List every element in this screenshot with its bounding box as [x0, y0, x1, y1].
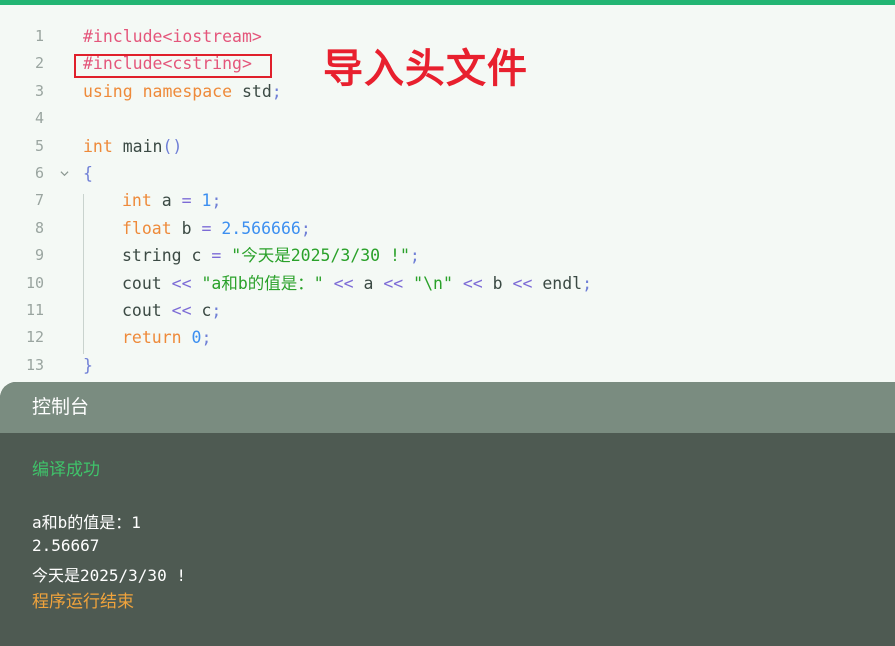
code-text: int a = 1; — [83, 187, 221, 214]
console-title: 控制台 — [0, 382, 895, 433]
code-line[interactable]: 9 string c = "今天是2025/3/30 !"; — [0, 242, 895, 269]
code-line[interactable]: 7 int a = 1; — [0, 187, 895, 214]
line-number: 1 — [34, 27, 44, 45]
code-token: #include<iostream> — [83, 27, 262, 46]
code-token: cout — [122, 273, 172, 293]
code-token: b — [171, 218, 202, 238]
line-number: 12 — [25, 328, 44, 347]
code-token: << — [462, 273, 483, 293]
code-token: 0 — [191, 328, 202, 348]
code-token: } — [83, 355, 93, 375]
code-token: ; — [409, 246, 420, 266]
code-line[interactable]: 13} — [0, 352, 895, 379]
code-token: ; — [271, 81, 282, 101]
code-text: return 0; — [83, 324, 211, 351]
code-token: << — [333, 273, 354, 293]
code-token: 1 — [201, 191, 212, 211]
code-token: = — [211, 246, 222, 266]
code-line[interactable]: 6{ — [0, 160, 895, 187]
compile-status: 编译成功 — [32, 460, 100, 480]
code-token: b — [482, 273, 513, 293]
chevron-down-icon[interactable] — [60, 169, 69, 178]
code-token: { — [83, 164, 93, 183]
line-number: 7 — [34, 191, 44, 210]
code-line[interactable]: 11 cout << c; — [0, 297, 895, 324]
code-token: 2.566666 — [221, 218, 301, 238]
code-line[interactable]: 12 return 0; — [0, 324, 895, 351]
code-text: float b = 2.566666; — [83, 215, 311, 242]
code-text: cout << c; — [83, 297, 221, 324]
line-number: 4 — [34, 109, 44, 128]
code-token: = — [181, 191, 192, 211]
code-token: << — [171, 301, 192, 320]
code-line[interactable]: 4 — [0, 105, 895, 132]
code-token: () — [162, 136, 183, 156]
code-token: int — [122, 191, 152, 211]
code-token: return — [122, 328, 182, 348]
code-token: << — [383, 273, 404, 293]
code-text: } — [83, 352, 93, 379]
line-number: 10 — [25, 273, 44, 292]
code-token: int — [83, 136, 113, 156]
console-panel: 控制台 编译成功 a和b的值是：1 2.56667 今天是2025/3/30 !… — [0, 382, 895, 646]
code-token: a — [151, 191, 182, 211]
code-text: int main() — [83, 133, 182, 160]
code-token: a — [353, 273, 384, 293]
code-text: cout << "a和b的值是：" << a << "\n" << b << e… — [83, 270, 592, 297]
code-token: = — [201, 218, 212, 238]
code-text: string c = "今天是2025/3/30 !"; — [83, 242, 420, 269]
code-line[interactable]: 10 cout << "a和b的值是：" << a << "\n" << b <<… — [0, 270, 895, 297]
line-number: 8 — [34, 218, 44, 237]
code-line[interactable]: 8 float b = 2.566666; — [0, 215, 895, 242]
code-token: ; — [201, 328, 212, 348]
code-token: ; — [211, 301, 222, 320]
line-number: 3 — [34, 81, 44, 100]
highlight-box — [74, 54, 272, 78]
code-token: "a和b的值是：" — [201, 273, 324, 293]
code-line[interactable]: 5 int main() — [0, 133, 895, 160]
code-token: ; — [300, 218, 311, 238]
code-token: endl — [532, 273, 583, 293]
console-output-line: 2.56667 — [32, 536, 100, 555]
code-token: << — [512, 273, 533, 293]
line-number: 5 — [34, 136, 44, 155]
line-number: 2 — [34, 54, 44, 73]
code-text: using namespace std; — [83, 78, 282, 105]
console-output-line: 今天是2025/3/30 ! — [32, 566, 186, 585]
code-token: "\n" — [413, 273, 453, 293]
code-token: ; — [582, 273, 593, 293]
code-token: main — [112, 136, 163, 156]
code-token: ; — [211, 191, 222, 211]
code-token: cout — [122, 301, 172, 320]
code-token: using — [83, 81, 133, 101]
code-token: << — [171, 273, 192, 293]
line-number: 6 — [34, 164, 44, 182]
code-token: namespace — [142, 81, 233, 101]
annotation-text: 导入头文件 — [323, 46, 528, 92]
code-editor[interactable]: 1 #include<iostream> 2 #include<cstring> 3 us… — [0, 5, 895, 385]
code-text: #include<iostream> — [83, 23, 262, 50]
code-token: c — [191, 301, 212, 320]
console-output-line: a和b的值是：1 — [32, 513, 141, 532]
code-token: std — [232, 81, 272, 101]
line-number: 13 — [25, 355, 44, 374]
line-number: 11 — [25, 301, 44, 319]
code-text: { — [83, 160, 93, 187]
line-number: 9 — [34, 246, 44, 265]
code-token: string c — [122, 246, 212, 266]
program-end-message: 程序运行结束 — [32, 592, 134, 612]
code-token: "今天是2025/3/30 !" — [231, 246, 410, 266]
code-token: float — [122, 218, 172, 238]
